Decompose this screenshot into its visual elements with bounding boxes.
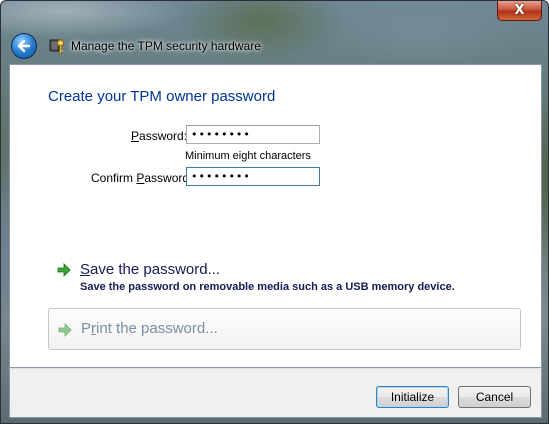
password-label: Password: [131, 129, 188, 143]
initialize-button-label: Initialize [390, 390, 435, 404]
button-bar: Initialize Cancel [9, 368, 542, 418]
window-title: Manage the TPM security hardware [71, 39, 261, 53]
password-hint: Minimum eight characters [185, 150, 311, 162]
print-password-title: Print the password... [81, 320, 218, 337]
initialize-button[interactable]: Initialize [376, 386, 449, 408]
print-password-link[interactable]: Print the password... [48, 308, 521, 350]
cancel-button-label: Cancel [475, 390, 514, 404]
save-password-description: Save the password on removable media suc… [80, 281, 455, 293]
save-password-title: Save the password... [80, 261, 221, 278]
close-icon: X [514, 3, 525, 18]
confirm-password-field[interactable] [186, 167, 320, 186]
window-frame: X Manage the TPM security hardware Creat… [0, 0, 549, 424]
green-arrow-icon [58, 323, 72, 337]
page-title: Create your TPM owner password [48, 88, 276, 105]
navigation-bar: Manage the TPM security hardware [11, 33, 261, 59]
save-password-link[interactable]: Save the password... Save the password o… [48, 255, 521, 299]
password-field[interactable] [186, 125, 320, 144]
tpm-chip-key-icon [49, 37, 65, 55]
close-window-button[interactable]: X [497, 1, 542, 21]
back-arrow-icon [17, 39, 31, 53]
wizard-content: Create your TPM owner password Password:… [9, 64, 542, 368]
green-arrow-icon [57, 263, 71, 277]
cancel-button[interactable]: Cancel [458, 386, 531, 408]
confirm-password-label: Confirm Password: [91, 171, 193, 185]
back-button[interactable] [11, 33, 37, 59]
